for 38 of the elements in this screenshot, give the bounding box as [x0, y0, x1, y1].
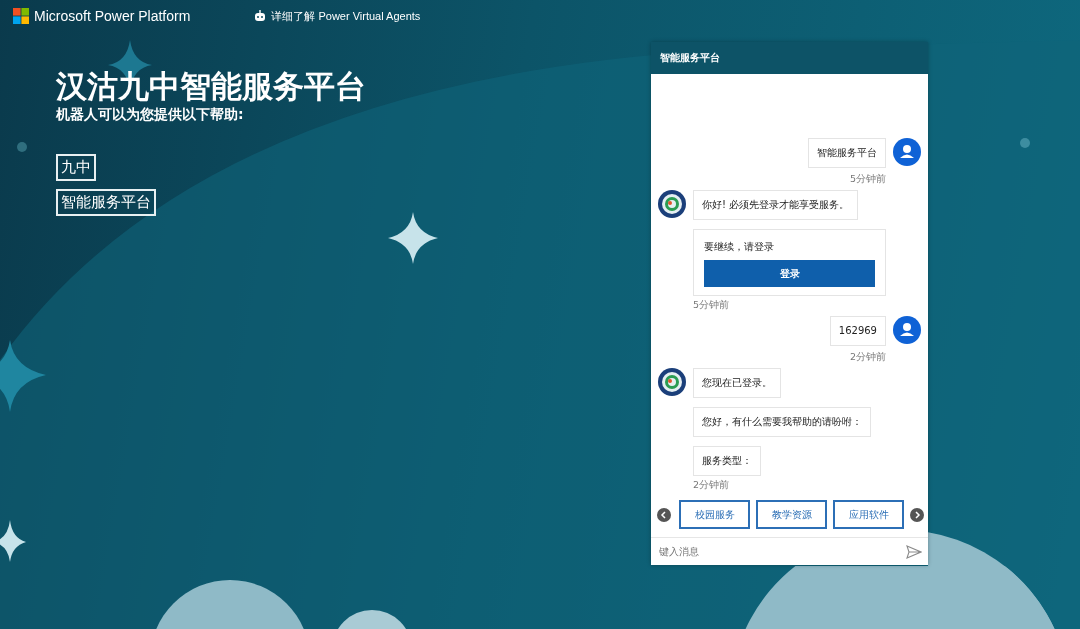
- message-timestamp: 2分钟前: [849, 351, 886, 364]
- sparkle-shape: [388, 212, 438, 264]
- scroll-right-button[interactable]: [910, 507, 924, 522]
- suggested-action-button[interactable]: 校园服务: [679, 500, 750, 529]
- message-bubble: 162969: [829, 316, 886, 346]
- scroll-left-button[interactable]: [657, 507, 671, 522]
- bot-logo-avatar-icon: [658, 190, 686, 218]
- message-bubble: 您现在已登录。: [693, 368, 781, 398]
- signin-button[interactable]: 登录: [704, 260, 875, 287]
- message-timestamp: 2分钟前: [693, 479, 731, 492]
- hero-subtitle: 机器人可以为您提供以下帮助:: [56, 106, 245, 124]
- message-timestamp: 5分钟前: [849, 173, 886, 186]
- bot-logo-avatar-icon: [658, 368, 686, 396]
- sparkle-shape: [0, 520, 26, 562]
- message-timestamp: 5分钟前: [693, 299, 731, 312]
- card-text: 要继续，请登录: [704, 240, 775, 254]
- brand-name: Microsoft Power Platform: [34, 8, 191, 24]
- chat-title: 智能服务平台: [660, 51, 720, 65]
- suggested-action-button[interactable]: 应用软件: [833, 500, 904, 529]
- topic-button[interactable]: 九中: [56, 154, 96, 181]
- message-bubble: 服务类型：: [693, 446, 761, 476]
- topic-button[interactable]: 智能服务平台: [56, 189, 156, 216]
- chevron-left-icon: [660, 510, 668, 519]
- four-squares-logo-icon: [13, 8, 29, 24]
- dot-shape: [1020, 138, 1030, 148]
- suggested-action-button[interactable]: 教学资源: [756, 500, 827, 529]
- chevron-right-icon: [913, 510, 921, 519]
- robot-icon: [254, 10, 267, 22]
- dot-shape: [17, 142, 27, 152]
- learn-more-link[interactable]: 详细了解 Power Virtual Agents: [271, 8, 421, 24]
- message-bubble: 你好! 必须先登录才能享受服务。: [693, 190, 859, 220]
- user-avatar-icon: [893, 138, 921, 166]
- send-icon[interactable]: [906, 544, 922, 559]
- hero-title: 汉沽九中智能服务平台: [56, 67, 366, 106]
- user-avatar-icon: [893, 316, 921, 344]
- message-bubble: 您好，有什么需要我帮助的请吩咐：: [693, 407, 871, 437]
- sparkle-shape: [0, 340, 46, 412]
- message-bubble: 智能服务平台: [808, 138, 886, 168]
